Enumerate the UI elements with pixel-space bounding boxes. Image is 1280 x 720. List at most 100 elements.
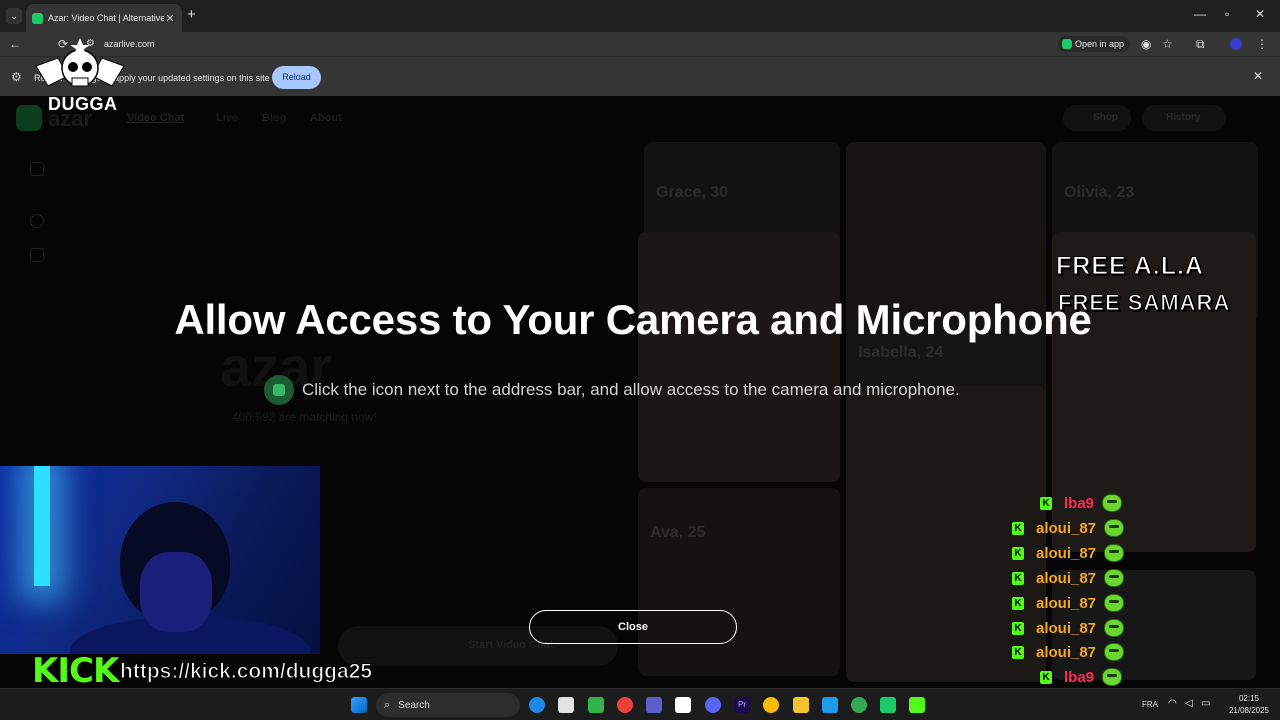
- matching-count: 400,592 are matching now!: [232, 410, 377, 424]
- azar-app-icon[interactable]: [880, 697, 896, 713]
- battery-icon[interactable]: ▭: [1201, 698, 1210, 709]
- chat-username: aloui_87: [1036, 594, 1097, 612]
- notepad-icon[interactable]: [675, 697, 691, 713]
- nav-live[interactable]: Live: [216, 112, 238, 124]
- permission-hint-text: Click the icon next to the address bar, …: [302, 380, 960, 399]
- discord-icon[interactable]: [705, 697, 721, 713]
- profile-name: Isabella, 24: [858, 344, 944, 361]
- search-icon: ⌕: [384, 698, 391, 711]
- chat-username: aloui_87: [1036, 544, 1097, 562]
- nav-video-chat[interactable]: Video Chat: [127, 112, 184, 124]
- kick-badge-icon: K: [1012, 521, 1024, 535]
- site-settings-icon: [264, 375, 294, 405]
- extensions-icon[interactable]: ⧉: [1196, 36, 1205, 52]
- taskbar-search[interactable]: ⌕ Search: [376, 693, 520, 717]
- history-button[interactable]: History: [1142, 105, 1226, 131]
- permission-hint: Click the icon next to the address bar, …: [264, 375, 960, 405]
- side-chat-icon[interactable]: [30, 248, 44, 262]
- chat-message: Kaloui_87: [1012, 617, 1125, 639]
- kick-badge-icon: K: [1012, 546, 1024, 560]
- eye-icon[interactable]: ◉: [1141, 36, 1151, 52]
- free-samara-text: FREE SAMARA: [1057, 290, 1231, 316]
- chat-message: Kaloui_87: [1012, 517, 1125, 539]
- browser-menu-icon[interactable]: ⋮: [1256, 36, 1268, 52]
- emote-icon: [1104, 594, 1125, 612]
- chat-message: Klba9: [1040, 666, 1123, 688]
- emote-icon: [1102, 668, 1123, 686]
- chat-message: Klba9: [1040, 492, 1123, 514]
- premiere-icon[interactable]: Pr: [734, 697, 750, 713]
- browser-toolbar: ← ⟳ ⚙ azarlive.com Open in app ◉ ☆ ⧉ ⋮: [0, 32, 1280, 56]
- kick-badge-icon: K: [1012, 596, 1024, 610]
- profile-name: Ava, 25: [650, 524, 706, 541]
- profile-avatar[interactable]: [1230, 38, 1242, 50]
- profile-card-photo: [638, 232, 840, 482]
- reload-infobar: ⚙ Reload this page to apply your updated…: [0, 56, 1280, 96]
- profile-name: Olivia, 23: [1064, 184, 1135, 201]
- back-arrow-icon[interactable]: ←: [9, 36, 21, 52]
- emote-icon: [1104, 569, 1125, 587]
- nav-blog[interactable]: Blog: [262, 112, 286, 124]
- profile-card-ava: Ava, 25: [638, 488, 840, 676]
- clock-time: 02:15: [1238, 694, 1260, 703]
- edge-icon[interactable]: [529, 697, 545, 713]
- chat-username: aloui_87: [1036, 643, 1097, 661]
- chrome-icon[interactable]: [763, 697, 779, 713]
- side-camera-icon[interactable]: [30, 162, 44, 176]
- store-icon[interactable]: [558, 697, 574, 713]
- chat-username: aloui_87: [1036, 569, 1097, 587]
- new-tab-button[interactable]: +: [187, 7, 196, 23]
- windows-taskbar: ⌕ Search Pr FRA ◠ ◁ ▭ 02:15 21/08/2025: [0, 688, 1280, 720]
- kick-badge-icon: K: [1040, 670, 1052, 684]
- maximize-icon[interactable]: ▫: [1225, 7, 1229, 21]
- taskbar-clock[interactable]: 02:15 21/08/2025: [1222, 693, 1276, 717]
- chat-message: Kaloui_87: [1012, 641, 1125, 663]
- clock-date: 21/08/2025: [1228, 706, 1270, 715]
- nav-about[interactable]: About: [310, 112, 342, 124]
- open-in-app-button[interactable]: Open in app: [1058, 36, 1131, 52]
- browser-tab-active[interactable]: Azar: Video Chat | Alternative t ✕: [26, 4, 182, 32]
- bookmark-star-icon[interactable]: ☆: [1162, 36, 1173, 52]
- chrome-active-icon[interactable]: [851, 697, 867, 713]
- minimize-icon[interactable]: —: [1194, 7, 1206, 21]
- teams-icon[interactable]: [646, 697, 662, 713]
- kick-badge-icon: K: [1012, 621, 1024, 635]
- kick-badge-icon: K: [1012, 571, 1024, 585]
- side-sparkle-icon[interactable]: [30, 214, 44, 228]
- windows-start-icon[interactable]: [351, 697, 367, 713]
- site-nav: azar Video Chat Live Blog About Shop His…: [0, 96, 1280, 140]
- browser-tab-bar: ⌄ Azar: Video Chat | Alternative t ✕ + —…: [0, 0, 1280, 32]
- window-close-icon[interactable]: ✕: [1255, 7, 1265, 21]
- emote-icon: [1104, 643, 1125, 661]
- azar-app-icon: [1062, 39, 1072, 49]
- emote-icon: [1104, 619, 1125, 637]
- kick-app-icon[interactable]: [909, 697, 925, 713]
- chat-username: aloui_87: [1036, 619, 1097, 637]
- infobar-close-icon[interactable]: ✕: [1253, 69, 1263, 83]
- language-indicator[interactable]: FRA: [1142, 700, 1158, 709]
- app-icon[interactable]: [822, 697, 838, 713]
- chat-username: lba9: [1064, 494, 1095, 512]
- settings-gear-icon: ⚙: [11, 70, 22, 84]
- kick-badge-icon: K: [1012, 645, 1024, 659]
- volume-icon[interactable]: ◁: [1185, 698, 1193, 709]
- kick-logo: KICK: [32, 651, 119, 691]
- kick-channel-url: https://kick.com/dugga25: [119, 660, 373, 684]
- shop-button[interactable]: Shop: [1063, 105, 1131, 131]
- profile-name: Grace, 30: [656, 184, 729, 201]
- taskbar-search-label: Search: [398, 699, 430, 711]
- chat-message: Kaloui_87: [1012, 542, 1125, 564]
- reload-button[interactable]: Reload: [272, 66, 321, 89]
- app-icon[interactable]: [588, 697, 604, 713]
- chat-username: lba9: [1064, 668, 1095, 686]
- modal-close-button[interactable]: Close: [529, 610, 737, 644]
- tab-close-icon[interactable]: ✕: [164, 12, 176, 25]
- dugga-watermark-text: DUGGA: [48, 94, 118, 114]
- wifi-icon[interactable]: ◠: [1168, 698, 1177, 709]
- tab-search-dropdown-icon[interactable]: ⌄: [6, 8, 22, 24]
- file-explorer-icon[interactable]: [793, 697, 809, 713]
- kick-badge-icon: K: [1040, 496, 1052, 510]
- free-ala-text: FREE A.L.A: [1056, 252, 1204, 281]
- open-in-app-label: Open in app: [1075, 39, 1125, 49]
- chrome-profile-icon[interactable]: [617, 697, 633, 713]
